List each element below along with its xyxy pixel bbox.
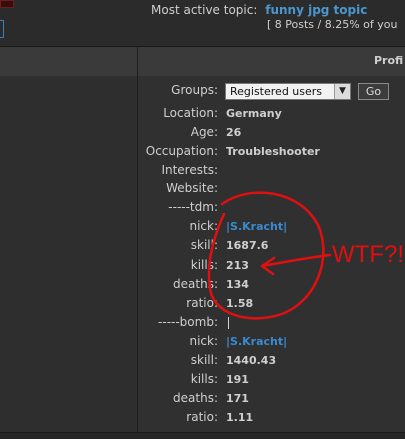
profile-header: Profi [0, 46, 405, 78]
field-label: -----tdm: [168, 200, 218, 214]
field-value: 26 [226, 126, 242, 139]
field-row-tdm-nick: nick: |S.Kracht| [138, 219, 405, 237]
field-label: -----bomb: [158, 315, 218, 329]
groups-label: Groups: [171, 83, 218, 97]
field-label: nick: [189, 219, 218, 233]
text-cursor [228, 317, 229, 329]
field-row-age: Age: 26 [138, 125, 405, 143]
field-row-bomb-skill: skill: 1440.43 [138, 353, 405, 371]
field-value-nick-link[interactable]: |S.Kracht| [226, 335, 287, 348]
field-row-bomb-nick: nick: |S.Kracht| [138, 334, 405, 352]
field-label: Website: [166, 181, 218, 195]
field-value: 1.58 [226, 297, 254, 310]
field-row-interests: Interests: [138, 163, 405, 181]
field-row-location: Location: Germany [138, 106, 405, 124]
field-label: kills: [190, 258, 218, 272]
field-label: skill: [190, 353, 218, 367]
field-label: Age: [190, 125, 218, 139]
most-active-topic: Most active topic: funny jpg topic [151, 3, 367, 17]
field-label: kills: [190, 372, 218, 386]
field-label: ratio: [186, 410, 218, 424]
field-row-tdm-skill: skill: 1687.6 [138, 238, 405, 256]
field-value: Troubleshooter [226, 145, 320, 158]
topic-stats: [ 8 Posts / 8.25% of you [267, 18, 398, 31]
field-row-website: Website: [138, 181, 405, 199]
profile-header-title: Profi [374, 54, 404, 67]
chevron-down-icon[interactable]: ▼ [334, 84, 350, 99]
groups-select[interactable]: Registered users ▼ [225, 83, 351, 100]
field-label: ratio: [186, 296, 218, 310]
field-label: Interests: [161, 163, 218, 177]
field-value: 1440.43 [226, 354, 277, 367]
field-value: 191 [226, 373, 249, 386]
field-row-occupation: Occupation: Troubleshooter [138, 144, 405, 162]
field-value: 171 [226, 392, 249, 405]
field-label: deaths: [173, 277, 218, 291]
go-button[interactable]: Go [358, 83, 389, 100]
field-row-bomb-kills: kills: 191 [138, 372, 405, 390]
field-value: 1.11 [226, 411, 254, 424]
field-row-bomb-deaths: deaths: 171 [138, 391, 405, 409]
status-marker [0, 0, 14, 8]
field-value: 134 [226, 278, 249, 291]
field-label: Occupation: [145, 144, 218, 158]
field-row-tdm-deaths: deaths: 134 [138, 277, 405, 295]
field-row-bomb-ratio: ratio: 1.11 [138, 410, 405, 428]
most-active-topic-label: Most active topic: [151, 3, 258, 17]
top-left-panel [0, 0, 137, 46]
field-row-tdm-ratio: ratio: 1.58 [138, 296, 405, 314]
field-value: 1687.6 [226, 239, 269, 252]
field-value-nick-link[interactable]: |S.Kracht| [226, 220, 287, 233]
field-label: deaths: [173, 391, 218, 405]
most-active-topic-link[interactable]: funny jpg topic [265, 3, 367, 17]
field-row-tdm-kills: kills: 213 [138, 258, 405, 276]
panel-edge [0, 20, 4, 38]
field-row-tdm-header: -----tdm: [138, 200, 405, 218]
field-label: nick: [189, 334, 218, 348]
field-row-bomb-header: -----bomb: [138, 315, 405, 333]
left-column [0, 76, 137, 438]
field-value: Germany [226, 107, 282, 120]
top-bar: Most active topic: funny jpg topic [ 8 P… [0, 0, 405, 46]
field-label: skill: [190, 238, 218, 252]
field-label: Location: [163, 106, 218, 120]
field-value: 213 [226, 259, 249, 272]
groups-select-value: Registered users [230, 85, 323, 98]
